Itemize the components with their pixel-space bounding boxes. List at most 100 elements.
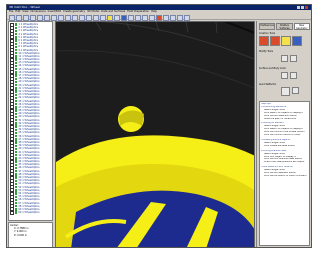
part-icon bbox=[15, 141, 18, 144]
part-icon bbox=[15, 128, 18, 131]
part-icon bbox=[15, 176, 18, 179]
properties-box: Center: X: 0.7880 in Y: 0.000 in Z: 0.00… bbox=[8, 222, 53, 247]
tree-item-label: 60 1 WheelOptics bbox=[18, 211, 40, 215]
part-icon bbox=[15, 87, 18, 90]
part-icon bbox=[15, 32, 18, 36]
help-tips-box: Help tips 1.Positioning elements Select s… bbox=[259, 101, 310, 246]
visibility-checkbox[interactable] bbox=[10, 210, 14, 215]
part-icon bbox=[15, 179, 18, 182]
part-icon bbox=[15, 147, 18, 151]
part-icon bbox=[15, 211, 18, 214]
3d-viewport[interactable] bbox=[55, 21, 255, 247]
part-icon bbox=[15, 170, 18, 173]
toolbar bbox=[7, 14, 311, 21]
part-icon bbox=[15, 134, 18, 138]
part-icon bbox=[15, 103, 18, 106]
part-icon bbox=[15, 198, 18, 202]
part-icon bbox=[15, 131, 18, 135]
part-icon bbox=[15, 115, 18, 119]
part-icon bbox=[15, 45, 18, 49]
create-reflector-icon[interactable] bbox=[270, 36, 280, 46]
part-icon bbox=[15, 55, 18, 58]
part-icon bbox=[15, 112, 18, 116]
creation-tools-group: Creation Tools bbox=[259, 32, 310, 48]
modify-tools-group: Modify Tools bbox=[259, 50, 310, 66]
part-icon bbox=[15, 48, 18, 52]
help-line: Check that view positions will output bbox=[264, 161, 305, 164]
scale-icon[interactable] bbox=[290, 55, 297, 62]
part-icon bbox=[15, 205, 18, 208]
part-icon bbox=[15, 71, 18, 74]
part-icon bbox=[15, 42, 18, 45]
create-hub-icon[interactable] bbox=[292, 36, 302, 46]
part-icon bbox=[15, 138, 18, 141]
right-panel: Preferences Positive Surfaces Rear Geome… bbox=[256, 21, 311, 247]
create-rim-icon[interactable] bbox=[281, 36, 291, 46]
part-icon bbox=[15, 68, 18, 71]
part-icon bbox=[15, 182, 18, 186]
reflector-settings-icon[interactable] bbox=[292, 87, 299, 94]
surface-color-group: Surface and Body Color bbox=[259, 67, 310, 81]
part-icon bbox=[15, 166, 18, 170]
part-icon bbox=[15, 173, 18, 176]
move-icon[interactable] bbox=[281, 55, 288, 62]
create-surface-icon[interactable] bbox=[259, 36, 269, 46]
part-icon bbox=[15, 52, 18, 55]
part-icon bbox=[15, 23, 18, 26]
panel-tabs: Preferences Positive Surfaces Rear Geome… bbox=[259, 23, 310, 30]
part-icon bbox=[15, 185, 18, 189]
color-picker-icon[interactable] bbox=[281, 72, 288, 79]
part-icon bbox=[15, 96, 18, 100]
part-icon bbox=[15, 208, 18, 211]
part-icon bbox=[15, 80, 18, 84]
part-icon bbox=[15, 99, 18, 103]
part-icon bbox=[15, 29, 18, 33]
app-window: 3D CAD Doc - Wheel File Edit View Dimens… bbox=[6, 4, 312, 248]
part-icon bbox=[15, 109, 18, 112]
part-icon bbox=[15, 119, 18, 122]
part-icon bbox=[15, 64, 18, 68]
part-icon bbox=[15, 144, 18, 147]
surface-color-title: Surface and Body Color bbox=[259, 67, 287, 70]
part-icon bbox=[15, 106, 18, 109]
part-icon bbox=[15, 90, 18, 93]
part-icon bbox=[15, 74, 18, 77]
part-icon bbox=[15, 192, 18, 195]
part-icon bbox=[15, 150, 18, 154]
part-icon bbox=[15, 93, 18, 96]
part-icon bbox=[15, 157, 18, 160]
part-icon bbox=[15, 26, 18, 29]
part-icon bbox=[15, 195, 18, 198]
window-title: 3D CAD Doc - Wheel bbox=[9, 5, 40, 9]
part-icon bbox=[15, 160, 18, 163]
part-icon bbox=[15, 163, 18, 167]
model-tree: 1 1 WheelOptics 2 1 WheelOptics 3 1 WheelO… bbox=[8, 21, 53, 221]
part-icon bbox=[15, 61, 18, 65]
help-line: Click the OK button to finish command bbox=[264, 174, 307, 177]
property-z: Z: 0.000 in bbox=[14, 233, 27, 237]
tab-preferences[interactable]: Preferences bbox=[259, 23, 276, 30]
wheel-render bbox=[56, 22, 254, 247]
avoid-reflector-group: Avoid Reflector bbox=[259, 83, 310, 97]
avoid-reflector-title: Avoid Reflector bbox=[259, 83, 277, 86]
part-icon bbox=[15, 58, 18, 61]
part-icon bbox=[15, 122, 18, 125]
tree-item[interactable]: 60 1 WheelOptics bbox=[10, 210, 51, 215]
maximize-icon[interactable] bbox=[301, 6, 304, 9]
tab-positive-surfaces[interactable]: Positive Surfaces bbox=[276, 23, 293, 30]
minimize-icon[interactable] bbox=[297, 6, 300, 9]
creation-tools-title: Creation Tools bbox=[259, 32, 276, 35]
reflector-curve-icon[interactable] bbox=[281, 87, 290, 96]
part-icon bbox=[15, 125, 18, 128]
part-icon bbox=[15, 83, 18, 87]
palette-icon[interactable] bbox=[290, 72, 297, 79]
close-icon[interactable] bbox=[305, 6, 308, 9]
part-icon bbox=[15, 189, 18, 192]
part-icon bbox=[15, 201, 18, 205]
tab-rear-geometry[interactable]: Rear Geometry bbox=[293, 23, 310, 30]
part-icon bbox=[15, 39, 18, 42]
part-icon bbox=[15, 154, 18, 157]
modify-tools-title: Modify Tools bbox=[259, 50, 273, 53]
part-icon bbox=[15, 36, 18, 39]
part-icon bbox=[15, 77, 18, 80]
